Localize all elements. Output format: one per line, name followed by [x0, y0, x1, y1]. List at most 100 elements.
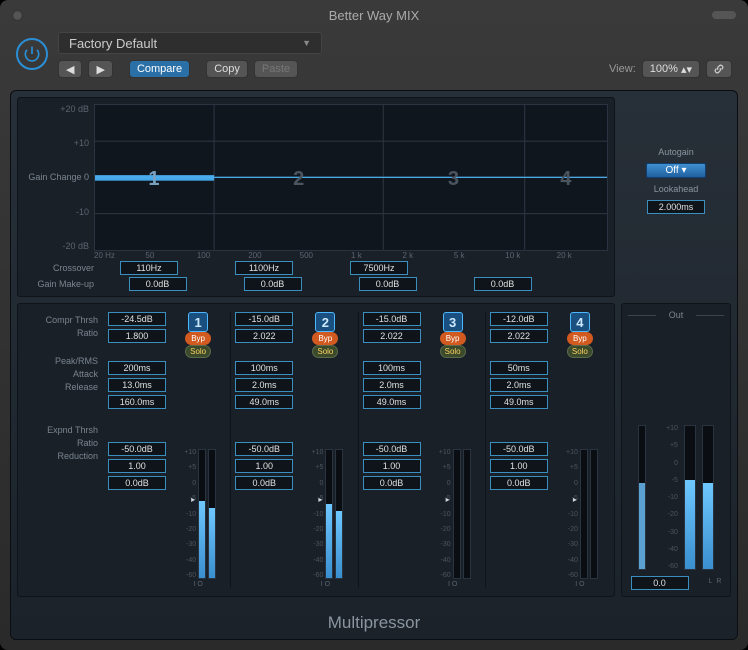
- plugin-name: Multipressor: [17, 603, 731, 633]
- copy-button[interactable]: Copy: [206, 60, 248, 78]
- svg-text:4: 4: [560, 168, 572, 190]
- band-1-ratio[interactable]: 1.800: [108, 329, 166, 343]
- band-1-attack[interactable]: 13.0ms: [108, 378, 166, 392]
- gain-curve-graph[interactable]: 1 2 3 4: [94, 104, 608, 251]
- bypass-4[interactable]: Byp: [567, 332, 593, 345]
- autogain-label: Autogain: [658, 147, 694, 157]
- band-3-ratio[interactable]: 2.022: [363, 329, 421, 343]
- solo-3[interactable]: Solo: [440, 345, 466, 358]
- svg-text:2: 2: [293, 168, 304, 190]
- band-4-reduc[interactable]: 0.0dB: [490, 476, 548, 490]
- out-title: Out: [628, 310, 724, 320]
- side-panel: Autogain Off ▾ Lookahead 2.000ms: [621, 97, 731, 297]
- view-label: View:: [609, 63, 636, 75]
- meter-2: +10+50-5-10-20-30-40-60▸: [307, 362, 343, 579]
- solo-1[interactable]: Solo: [185, 345, 211, 358]
- band-3-attack[interactable]: 2.0ms: [363, 378, 421, 392]
- plugin-window: Better Way MIX Factory Default ▼ ◀ ▶ Com…: [0, 0, 748, 650]
- x-axis-labels: 20 Hz501002005001 k2 k5 k10 k20 k: [94, 251, 608, 260]
- plugin-body: +20 dB +10 Gain Change 0 -10 -20 dB 1 2 …: [10, 90, 738, 640]
- titlebar: Better Way MIX: [4, 4, 744, 26]
- gainmakeup-3[interactable]: 0.0dB: [359, 277, 417, 291]
- svg-text:1: 1: [148, 168, 159, 190]
- bands-panel: Compr Thrsh Ratio Peak/RMS Attack Releas…: [17, 303, 615, 597]
- band-4-attack[interactable]: 2.0ms: [490, 378, 548, 392]
- band-3-reduc[interactable]: 0.0dB: [363, 476, 421, 490]
- band-4: -12.0dB 2.022 50ms 2.0ms 49.0ms -50.0dB 1.00 0.…: [485, 312, 612, 588]
- chevron-down-icon: ▼: [302, 38, 311, 48]
- band-4-ethrsh[interactable]: -50.0dB: [490, 442, 548, 456]
- solo-4[interactable]: Solo: [567, 345, 593, 358]
- gain-makeup-label: Gain Make-up: [24, 279, 100, 289]
- band-3-ethrsh[interactable]: -50.0dB: [363, 442, 421, 456]
- band-badge-2[interactable]: 2: [315, 312, 335, 332]
- compare-button[interactable]: Compare: [129, 60, 190, 78]
- preset-label: Factory Default: [69, 36, 157, 51]
- crossover-1[interactable]: 110Hz: [120, 261, 178, 275]
- preset-select[interactable]: Factory Default ▼: [58, 32, 322, 54]
- gainmakeup-4[interactable]: 0.0dB: [474, 277, 532, 291]
- band-1-ethrsh[interactable]: -50.0dB: [108, 442, 166, 456]
- band-1-eratio[interactable]: 1.00: [108, 459, 166, 473]
- row-labels: Compr Thrsh Ratio Peak/RMS Attack Releas…: [20, 312, 104, 588]
- band-badge-3[interactable]: 3: [443, 312, 463, 332]
- band-1-peakrms[interactable]: 200ms: [108, 361, 166, 375]
- band-badge-1[interactable]: 1: [188, 312, 208, 332]
- band-2: -15.0dB 2.022 100ms 2.0ms 49.0ms -50.0dB 1.00 0…: [230, 312, 357, 588]
- band-2-ratio[interactable]: 2.022: [235, 329, 293, 343]
- out-meter-l: [684, 425, 696, 570]
- crossover-label: Crossover: [24, 263, 100, 273]
- crossover-2[interactable]: 1100Hz: [235, 261, 293, 275]
- out-panel: Out +10+50-5-10-20-30-40-60 0.0 LR: [621, 303, 731, 597]
- meter-4: +10+50-5-10-20-30-40-60▸: [562, 362, 598, 579]
- minimize-icon[interactable]: [712, 11, 736, 19]
- band-3-release[interactable]: 49.0ms: [363, 395, 421, 409]
- lookahead-label: Lookahead: [654, 184, 699, 194]
- band-2-ethrsh[interactable]: -50.0dB: [235, 442, 293, 456]
- toolbar: Factory Default ▼ ◀ ▶ Compare Copy Paste…: [4, 26, 744, 90]
- band-1-reduc[interactable]: 0.0dB: [108, 476, 166, 490]
- svg-text:3: 3: [448, 168, 459, 190]
- band-badge-4[interactable]: 4: [570, 312, 590, 332]
- band-2-eratio[interactable]: 1.00: [235, 459, 293, 473]
- autogain-select[interactable]: Off ▾: [646, 163, 706, 178]
- prev-button[interactable]: ◀: [58, 60, 82, 78]
- band-2-release[interactable]: 49.0ms: [235, 395, 293, 409]
- band-3-peakrms[interactable]: 100ms: [363, 361, 421, 375]
- band-4-thrsh[interactable]: -12.0dB: [490, 312, 548, 326]
- bypass-2[interactable]: Byp: [312, 332, 338, 345]
- band-1-release[interactable]: 160.0ms: [108, 395, 166, 409]
- graph-panel: +20 dB +10 Gain Change 0 -10 -20 dB 1 2 …: [17, 97, 615, 297]
- bypass-3[interactable]: Byp: [440, 332, 466, 345]
- band-4-ratio[interactable]: 2.022: [490, 329, 548, 343]
- window-title: Better Way MIX: [4, 8, 744, 23]
- link-button[interactable]: [706, 60, 732, 78]
- band-2-reduc[interactable]: 0.0dB: [235, 476, 293, 490]
- gainmakeup-2[interactable]: 0.0dB: [244, 277, 302, 291]
- paste-button[interactable]: Paste: [254, 60, 298, 78]
- solo-2[interactable]: Solo: [312, 345, 338, 358]
- meter-3: +10+50-5-10-20-30-40-60▸: [435, 362, 471, 579]
- band-4-eratio[interactable]: 1.00: [490, 459, 548, 473]
- lookahead-input[interactable]: 2.000ms: [647, 200, 705, 214]
- band-4-peakrms[interactable]: 50ms: [490, 361, 548, 375]
- gainmakeup-1[interactable]: 0.0dB: [129, 277, 187, 291]
- band-2-peakrms[interactable]: 100ms: [235, 361, 293, 375]
- out-value[interactable]: 0.0: [631, 576, 689, 590]
- band-1: -24.5dB 1.800 200ms 13.0ms 160.0ms -50.0dB 1.0…: [104, 312, 230, 588]
- out-fader[interactable]: [638, 425, 646, 570]
- close-icon[interactable]: [12, 10, 23, 21]
- view-zoom[interactable]: 100% ▴▾: [642, 60, 700, 78]
- band-2-thrsh[interactable]: -15.0dB: [235, 312, 293, 326]
- bypass-1[interactable]: Byp: [185, 332, 211, 345]
- next-button[interactable]: ▶: [88, 60, 112, 78]
- band-3: -15.0dB 2.022 100ms 2.0ms 49.0ms -50.0dB 1.00 0…: [358, 312, 485, 588]
- band-3-eratio[interactable]: 1.00: [363, 459, 421, 473]
- power-button[interactable]: [16, 38, 48, 70]
- band-2-attack[interactable]: 2.0ms: [235, 378, 293, 392]
- band-4-release[interactable]: 49.0ms: [490, 395, 548, 409]
- band-1-thrsh[interactable]: -24.5dB: [108, 312, 166, 326]
- crossover-3[interactable]: 7500Hz: [350, 261, 408, 275]
- band-3-thrsh[interactable]: -15.0dB: [363, 312, 421, 326]
- y-axis-labels: +20 dB +10 Gain Change 0 -10 -20 dB: [24, 104, 94, 251]
